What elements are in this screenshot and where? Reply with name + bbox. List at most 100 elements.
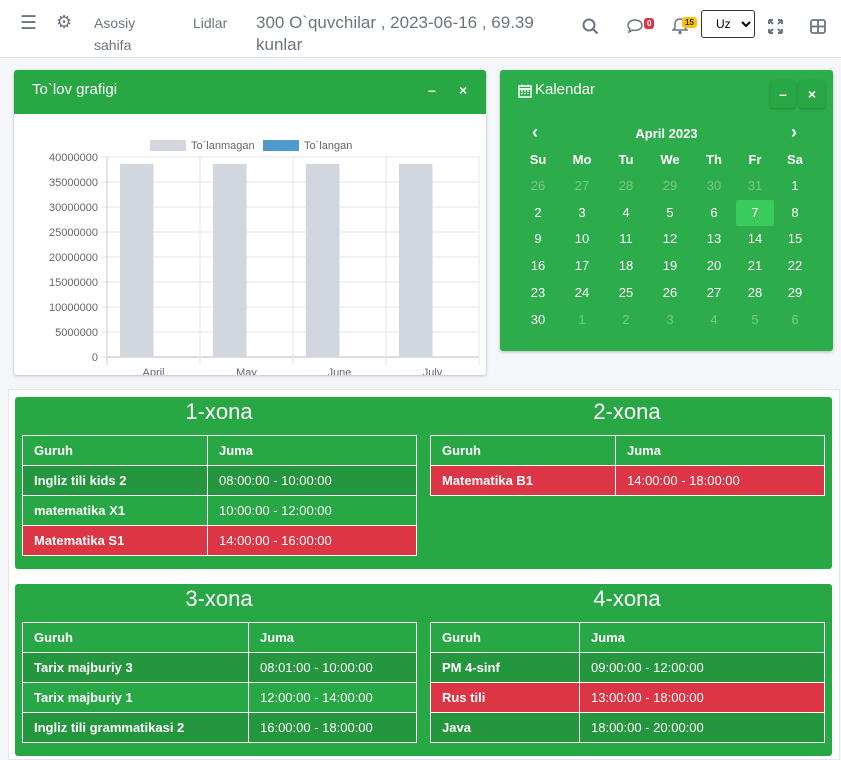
calendar-day[interactable]: 3	[651, 307, 689, 333]
group-cell: Matematika B1	[430, 465, 616, 496]
table-row[interactable]: Rus tili 13:00:00 - 18:00:00	[430, 682, 825, 713]
calendar-day[interactable]: 29	[651, 173, 689, 199]
calendar-day[interactable]: 3	[563, 200, 601, 226]
language-select[interactable]: Uz	[701, 10, 755, 38]
column-header-time: Juma	[248, 622, 417, 653]
column-header-group: Guruh	[430, 622, 580, 653]
calendar-day[interactable]: 5	[736, 307, 774, 333]
calendar-day[interactable]: 23	[519, 280, 557, 306]
calendar-day[interactable]: 5	[651, 200, 689, 226]
nav-home-link[interactable]: Asosiy sahifa	[94, 12, 154, 56]
y-tick-label: 20000000	[49, 252, 98, 264]
time-cell: 16:00:00 - 18:00:00	[248, 712, 417, 743]
calendar-day[interactable]: 17	[563, 253, 601, 279]
calendar-day[interactable]: 26	[519, 173, 557, 199]
calendar-day[interactable]: 18	[607, 253, 645, 279]
calendar-month-label[interactable]: April 2023	[500, 126, 833, 141]
table-row[interactable]: Matematika B1 14:00:00 - 18:00:00	[430, 465, 825, 496]
payment-chart-title: To`lov grafigi	[32, 81, 118, 98]
chart-minimize-button[interactable]: –	[428, 82, 436, 98]
calendar-day[interactable]: 8	[776, 200, 814, 226]
calendar-day[interactable]: 28	[736, 280, 774, 306]
calendar-weekday-label: Tu	[618, 152, 634, 167]
calendar-day[interactable]: 13	[695, 226, 733, 252]
column-header-group: Guruh	[430, 435, 616, 466]
calendar-day[interactable]: 1	[563, 307, 601, 333]
calendar-day[interactable]: 28	[607, 173, 645, 199]
bar-0	[306, 164, 340, 357]
calendar-day[interactable]: 9	[519, 226, 557, 252]
table-row[interactable]: Java 18:00:00 - 20:00:00	[430, 712, 825, 743]
fullscreen-icon[interactable]	[768, 19, 783, 39]
calendar-day[interactable]: 1	[776, 173, 814, 199]
top-navbar: ☰ ⚙ Asosiy sahifa Lidlar 300 O`quvchilar…	[0, 0, 841, 58]
calendar-day[interactable]: 27	[563, 173, 601, 199]
calendar-day[interactable]: 24	[563, 280, 601, 306]
calendar-day[interactable]: 30	[519, 307, 557, 333]
calendar-day[interactable]: 29	[776, 280, 814, 306]
table-row[interactable]: Matematika S1 14:00:00 - 16:00:00	[22, 525, 417, 556]
calendar-day[interactable]: 22	[776, 253, 814, 279]
messages-icon[interactable]	[626, 18, 646, 40]
menu-icon[interactable]: ☰	[20, 12, 37, 35]
time-cell: 08:00:00 - 10:00:00	[207, 465, 417, 496]
calendar-day[interactable]: 6	[695, 200, 733, 226]
nav-leads-link[interactable]: Lidlar	[193, 12, 227, 34]
calendar-day[interactable]: 20	[695, 253, 733, 279]
calendar-day[interactable]: 4	[695, 307, 733, 333]
calendar-day[interactable]: 6	[776, 307, 814, 333]
search-icon[interactable]	[582, 18, 599, 40]
gear-icon[interactable]: ⚙	[56, 12, 72, 33]
calendar-day[interactable]: 26	[651, 280, 689, 306]
column-header-time: Juma	[207, 435, 417, 466]
time-cell: 09:00:00 - 12:00:00	[579, 652, 825, 683]
table-row[interactable]: Tarix majburiy 3 08:01:00 - 10:00:00	[22, 652, 417, 683]
table-row[interactable]: Tarix majburiy 1 12:00:00 - 14:00:00	[22, 682, 417, 713]
table-row[interactable]: matematika X1 10:00:00 - 12:00:00	[22, 495, 417, 526]
calendar-day[interactable]: 16	[519, 253, 557, 279]
calendar-day[interactable]: 7	[736, 199, 774, 226]
y-tick-label: 25000000	[49, 227, 98, 239]
y-tick-label: 30000000	[49, 202, 98, 214]
time-cell: 13:00:00 - 18:00:00	[579, 682, 825, 713]
calendar-day[interactable]: 27	[695, 280, 733, 306]
calendar-day[interactable]: 12	[651, 226, 689, 252]
calendar-weekday-label: Su	[529, 152, 547, 167]
room-title: 1-xona	[185, 399, 253, 424]
calendar-day[interactable]: 21	[736, 253, 774, 279]
calendar-day[interactable]: 30	[695, 173, 733, 199]
bar-0	[399, 164, 433, 357]
room-title: 3-xona	[185, 586, 253, 611]
calendar-weekday-label: Sa	[787, 152, 803, 167]
legend-label: To`lanmagan	[191, 140, 255, 152]
calendar-day[interactable]: 19	[651, 253, 689, 279]
x-tick-label: May	[236, 367, 257, 375]
notifications-badge: 15	[682, 17, 697, 28]
apps-grid-icon[interactable]	[810, 19, 826, 39]
calendar-minimize-button[interactable]: –	[770, 80, 796, 108]
calendar-next-button[interactable]: ›	[791, 122, 797, 143]
calendar-day[interactable]: 25	[607, 280, 645, 306]
calendar-day[interactable]: 14	[736, 226, 774, 252]
y-tick-label: 35000000	[49, 177, 98, 189]
calendar-day[interactable]: 15	[776, 226, 814, 252]
table-row[interactable]: Ingliz tili kids 2 08:00:00 - 10:00:00	[22, 465, 417, 496]
room-schedule-table: Guruh Juma Tarix majburiy 3 08:01:00 - 1…	[22, 622, 417, 743]
calendar-day[interactable]: 11	[607, 226, 645, 252]
y-tick-label: 5000000	[55, 327, 98, 339]
x-tick-label: June	[328, 367, 352, 375]
calendar-day[interactable]: 31	[736, 173, 774, 199]
messages-badge: 0	[644, 18, 655, 29]
calendar-day[interactable]: 4	[607, 200, 645, 226]
calendar-day[interactable]: 2	[607, 307, 645, 333]
group-cell: Matematika S1	[22, 525, 208, 556]
room-schedule-table: Guruh Juma Matematika B1 14:00:00 - 18:0…	[430, 435, 825, 496]
chart-close-button[interactable]: ×	[459, 82, 467, 98]
table-header-row: Guruh Juma	[22, 622, 417, 653]
table-row[interactable]: Ingliz tili grammatikasi 2 16:00:00 - 18…	[22, 712, 417, 743]
table-header-row: Guruh Juma	[22, 435, 417, 466]
calendar-day[interactable]: 10	[563, 226, 601, 252]
table-row[interactable]: PM 4-sinf 09:00:00 - 12:00:00	[430, 652, 825, 683]
calendar-close-button[interactable]: ×	[799, 80, 825, 108]
calendar-day[interactable]: 2	[519, 200, 557, 226]
